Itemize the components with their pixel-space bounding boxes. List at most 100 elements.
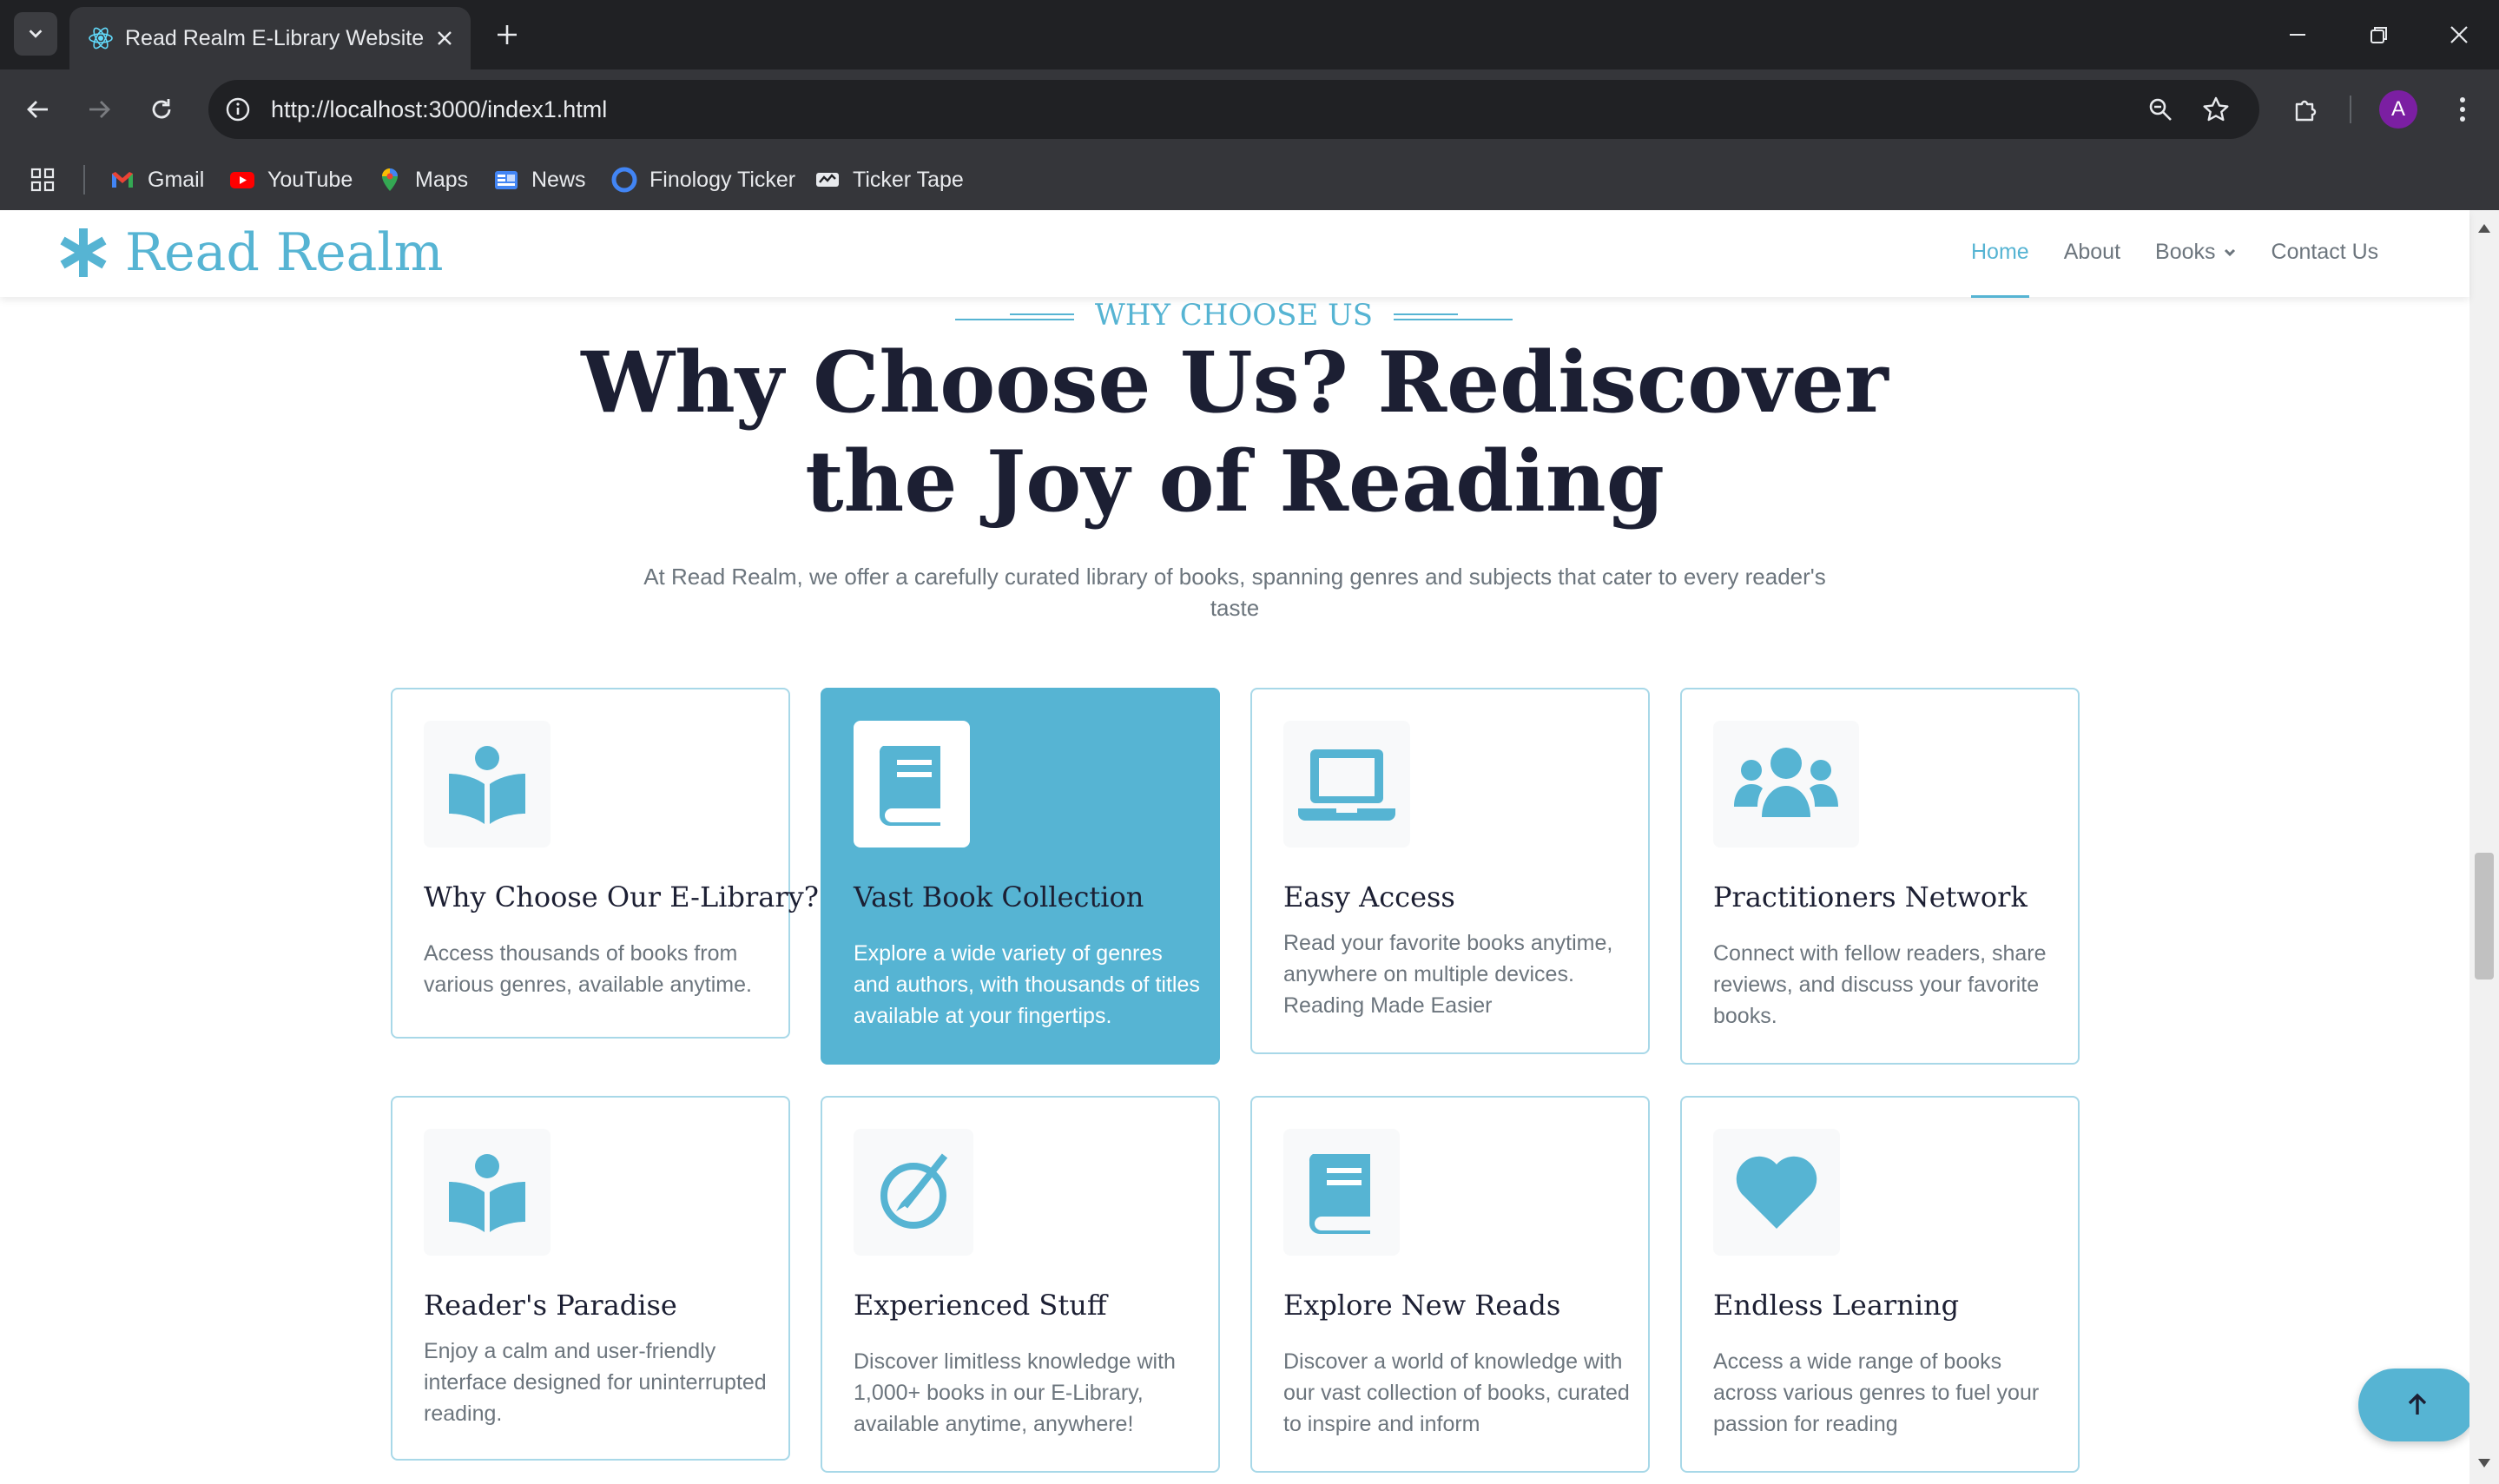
zoom-button[interactable] <box>2141 90 2179 129</box>
card-title: Experienced Stuff <box>854 1289 1107 1322</box>
star-icon <box>2203 96 2229 122</box>
toolbar-divider <box>2350 96 2351 123</box>
bookmark-label: YouTube <box>267 167 353 192</box>
browser-tabstrip: Read Realm E-Library Website <box>0 0 2499 69</box>
kebab-menu-icon <box>2460 97 2465 122</box>
triangle-down-icon <box>2478 1459 2490 1468</box>
feature-card[interactable]: Why Choose Our E-Library? Access thousan… <box>391 688 819 1039</box>
card-icon-box <box>424 721 551 848</box>
book-icon <box>879 746 940 826</box>
section-eyebrow: WHY CHOOSE US <box>955 294 1513 337</box>
bookmark-tickertape[interactable]: Ticker Tape <box>814 163 964 196</box>
reload-icon <box>152 99 171 119</box>
scroll-up-arrow[interactable] <box>2476 221 2492 236</box>
minimize-button[interactable] <box>2258 0 2337 69</box>
close-window-button[interactable] <box>2419 0 2499 69</box>
close-icon <box>2450 26 2468 43</box>
bookmark-gmail[interactable]: Gmail <box>109 163 204 196</box>
nav-contact[interactable]: Contact Us <box>2272 240 2379 265</box>
card-title: Practitioners Network <box>1713 881 2028 913</box>
scrollbar-thumb[interactable] <box>2475 853 2494 979</box>
tickertape-icon <box>816 173 839 187</box>
site-info-button[interactable] <box>219 90 257 129</box>
card-text: Explore a wide variety of genres and aut… <box>854 941 1200 1028</box>
card-text: Read your favorite books anytime, anywhe… <box>1283 931 1613 1018</box>
brand-logo[interactable]: Read Realm <box>57 222 443 283</box>
address-bar[interactable]: http://localhost:3000/index1.html <box>208 80 2259 139</box>
tab-close-button[interactable] <box>427 21 462 56</box>
feature-card-featured[interactable]: Vast Book Collection Explore a wide vari… <box>821 688 1220 1065</box>
card-title: Why Choose Our E-Library? <box>424 881 819 913</box>
finology-icon <box>611 167 637 193</box>
section-subtitle: At Read Realm, we offer a carefully cura… <box>643 564 1826 621</box>
card-icon-box <box>1713 721 1859 848</box>
url-text[interactable]: http://localhost:3000/index1.html <box>271 96 607 123</box>
bookmark-label: Maps <box>415 167 469 192</box>
page-viewport: Read Realm Home About Books Contact Us W… <box>0 210 2499 1484</box>
site-header: Read Realm Home About Books Contact Us <box>0 210 2469 298</box>
card-icon-box <box>1283 721 1410 848</box>
headline-line-2: the Joy of Reading <box>805 432 1665 531</box>
bookmarks-divider <box>83 165 85 195</box>
feature-card[interactable]: Easy Access Read your favorite books any… <box>1250 688 1650 1054</box>
nav-about[interactable]: About <box>2064 240 2120 265</box>
arrow-up-icon <box>2408 1393 2427 1415</box>
book-reader-icon <box>449 1154 525 1232</box>
feature-card[interactable]: Endless Learning Access a wide range of … <box>1680 1096 2080 1473</box>
apps-grid-icon <box>30 168 55 192</box>
zoom-icon <box>2149 98 2172 121</box>
card-text: Discover a world of knowledge with our v… <box>1283 1349 1630 1436</box>
nav-home[interactable]: Home <box>1971 240 2029 298</box>
browser-menu-button[interactable] <box>2443 90 2482 129</box>
tab-title: Read Realm E-Library Website <box>125 26 425 50</box>
chevron-down-icon <box>2224 248 2235 256</box>
bookmark-finology[interactable]: Finology Ticker <box>611 163 795 196</box>
chevron-down-icon <box>29 30 43 38</box>
bookmark-news[interactable]: News <box>493 163 586 196</box>
apps-button[interactable] <box>30 163 56 196</box>
bookmark-youtube[interactable]: YouTube <box>229 163 353 196</box>
profile-avatar[interactable]: A <box>2379 90 2417 129</box>
asterisk-icon <box>60 228 107 277</box>
nav-books[interactable]: Books <box>2155 240 2236 265</box>
card-text: Access thousands of books from various g… <box>424 941 752 997</box>
feature-card[interactable]: Experienced Stuff Discover limitless kno… <box>821 1096 1220 1473</box>
back-to-top-button[interactable] <box>2358 1369 2476 1441</box>
scroll-down-arrow[interactable] <box>2476 1455 2492 1471</box>
bookmark-label: News <box>531 167 586 192</box>
puzzle-icon <box>2295 100 2317 122</box>
feature-card[interactable]: Practitioners Network Connect with fello… <box>1680 688 2080 1065</box>
triangle-up-icon <box>2478 224 2490 233</box>
gmail-icon <box>112 172 133 188</box>
bookmark-label: Gmail <box>148 167 205 192</box>
card-icon-box <box>424 1129 551 1256</box>
book-icon <box>1309 1154 1370 1234</box>
card-title: Endless Learning <box>1713 1289 1960 1322</box>
nav-label: Contact Us <box>2271 240 2379 264</box>
tab-search-button[interactable] <box>14 12 57 56</box>
book-reader-icon <box>449 746 525 824</box>
restore-button[interactable] <box>2339 0 2419 69</box>
feature-card[interactable]: Reader's Paradise Enjoy a calm and user-… <box>391 1096 790 1461</box>
close-icon <box>438 31 452 45</box>
page-scrollbar[interactable] <box>2469 210 2499 1484</box>
card-text: Discover limitless knowledge with 1,000+… <box>854 1349 1176 1436</box>
eyebrow-text: WHY CHOOSE US <box>1094 298 1374 333</box>
new-tab-button[interactable] <box>488 16 526 54</box>
main-nav: Home About Books Contact Us <box>1971 240 2379 298</box>
forward-button[interactable] <box>80 90 118 129</box>
feature-card[interactable]: Explore New Reads Discover a world of kn… <box>1250 1096 1650 1473</box>
browser-tab[interactable]: Read Realm E-Library Website <box>69 7 471 69</box>
bookmark-maps[interactable]: Maps <box>377 163 468 196</box>
headline-line-1: Why Choose Us? Rediscover <box>581 333 1889 432</box>
maps-icon <box>382 168 398 191</box>
browser-toolbar: http://localhost:3000/index1.html A <box>0 69 2499 149</box>
nav-label: Home <box>1971 240 2029 264</box>
card-icon-box <box>854 1129 973 1256</box>
bookmark-star-button[interactable] <box>2197 90 2235 129</box>
news-icon <box>495 171 518 189</box>
reload-button[interactable] <box>142 90 181 129</box>
extensions-button[interactable] <box>2287 90 2325 129</box>
back-button[interactable] <box>19 90 57 129</box>
brand-name: Read Realm <box>125 222 444 283</box>
